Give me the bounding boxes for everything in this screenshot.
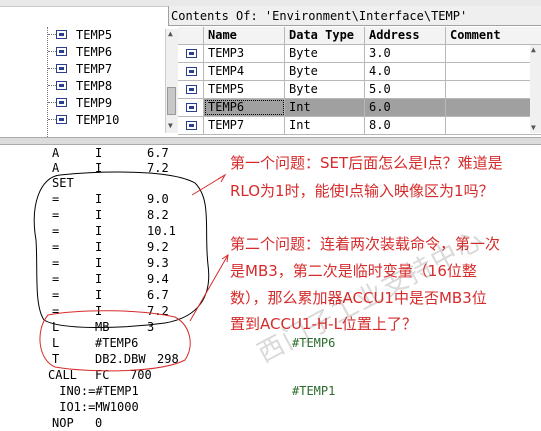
cell-address: 5.0 [365,81,446,98]
scroll-down-icon[interactable]: ▼ [531,123,536,132]
tree-item-label: TEMP5 [76,28,113,42]
table-row[interactable]: TEMP7 Int 8.0 [178,117,541,135]
declaration-table: Name Data Type Address Comment TEMP3 Byt… [178,27,541,135]
cell-data-type[interactable]: Byte [285,63,365,80]
table-row[interactable]: TEMP5 Byte 5.0 [178,81,541,99]
arrow-line-q2 [189,254,229,322]
question-1-line-2: RLO为1时，能使I点输入映像区为1吗？ [230,182,494,200]
column-header-comment[interactable]: Comment [446,27,541,44]
table-row[interactable]: TEMP3 Byte 3.0 [178,45,541,63]
code-circle-set [33,171,210,328]
stl-code-editor[interactable]: 西门子工业支持中心 A I 6.7 A I 7.2 SET = I 9.0 = I 8.2 = I… [0,145,541,430]
tree-item-label: TEMP6 [76,45,113,59]
cell-comment[interactable] [446,81,541,98]
arrow-head-q1 [217,173,227,183]
variable-icon [56,30,67,39]
question-2-line-4: 置到ACCU1-H-L位置上了？ [230,315,417,333]
variable-icon [186,49,197,58]
cell-address: 3.0 [365,45,446,62]
tree-item-label: TEMP8 [76,79,113,93]
table-row[interactable]: TEMP4 Byte 4.0 [178,63,541,81]
header-icon-cell [178,27,204,44]
cell-data-type[interactable]: Int [285,99,365,116]
cell-name[interactable]: TEMP5 [204,81,285,98]
cell-data-type[interactable]: Byte [285,45,365,62]
question-2-line-1: 第二个问题：连着两次装载命令，第一次 [230,235,501,253]
tree-connector [48,34,56,36]
tree-item-label: TEMP10 [76,113,120,127]
variable-icon [186,103,197,112]
interface-tree: TEMP5 TEMP6 TEMP7 TEMP8 TEMP9 TEMP10 [0,27,178,137]
variable-declaration-panel: Contents Of: 'Environment\Interface\TEMP… [0,0,541,137]
variable-icon [186,121,197,130]
cell-name[interactable]: TEMP6 [204,99,285,116]
scroll-down-icon[interactable]: ▼ [168,121,173,130]
variable-icon [186,85,197,94]
tree-item-temp10[interactable]: TEMP10 [0,112,165,128]
tree-connector [48,51,56,53]
cell-name[interactable]: TEMP3 [204,45,285,62]
scroll-up-icon[interactable]: ▲ [168,29,173,38]
column-header-data-type[interactable]: Data Type [285,27,365,44]
column-header-address[interactable]: Address [365,27,446,44]
tree-item-label: TEMP9 [76,96,113,110]
tree-scrollbar[interactable]: ▲ ▼ [165,29,178,133]
cell-name[interactable]: TEMP4 [204,63,285,80]
cell-comment[interactable] [446,63,541,80]
tree-item-temp9[interactable]: TEMP9 [0,95,165,111]
table-row-selected[interactable]: TEMP6 Int 6.0 [178,99,541,117]
tree-item-temp6[interactable]: TEMP6 [0,44,165,60]
splitter[interactable] [0,137,541,145]
tree-item-temp8[interactable]: TEMP8 [0,78,165,94]
table-header-row: Name Data Type Address Comment [178,27,541,45]
tree-item-temp5[interactable]: TEMP5 [0,27,165,43]
scrollbar-thumb[interactable] [167,87,176,115]
cell-address: 8.0 [365,117,446,134]
tree-connector [48,119,56,121]
cell-name[interactable]: TEMP7 [204,117,285,134]
cell-data-type[interactable]: Int [285,117,365,134]
variable-icon [56,47,67,56]
variable-icon [56,115,67,124]
column-header-name[interactable]: Name [204,27,285,44]
variable-icon [56,98,67,107]
contents-of-header: Contents Of: 'Environment\Interface\TEMP… [168,6,541,26]
table-scrollbar[interactable]: ▲ ▼ [530,45,541,133]
tree-connector [48,102,56,104]
variable-icon [56,81,67,90]
variable-icon [56,64,67,73]
tree-connector [48,68,56,70]
cell-address: 6.0 [365,99,446,116]
cell-address: 4.0 [365,63,446,80]
cell-comment[interactable] [446,99,541,116]
question-1-line-1: 第一个问题：SET后面怎么是I点？难道是 [230,154,503,172]
question-2-line-3: 数），那么累加器ACCU1中是否MB3位 [230,289,487,307]
tree-item-temp7[interactable]: TEMP7 [0,61,165,77]
question-2-line-2: 是MB3，第二次是临时变量（16位整 [230,262,477,280]
variable-icon [186,67,197,76]
scroll-up-icon[interactable]: ▲ [531,45,536,54]
cell-data-type[interactable]: Byte [285,81,365,98]
tree-item-label: TEMP7 [76,62,113,76]
code-circle-load [39,310,191,372]
tree-connector [48,85,56,87]
cell-comment[interactable] [446,45,541,62]
cell-comment[interactable] [446,117,541,134]
